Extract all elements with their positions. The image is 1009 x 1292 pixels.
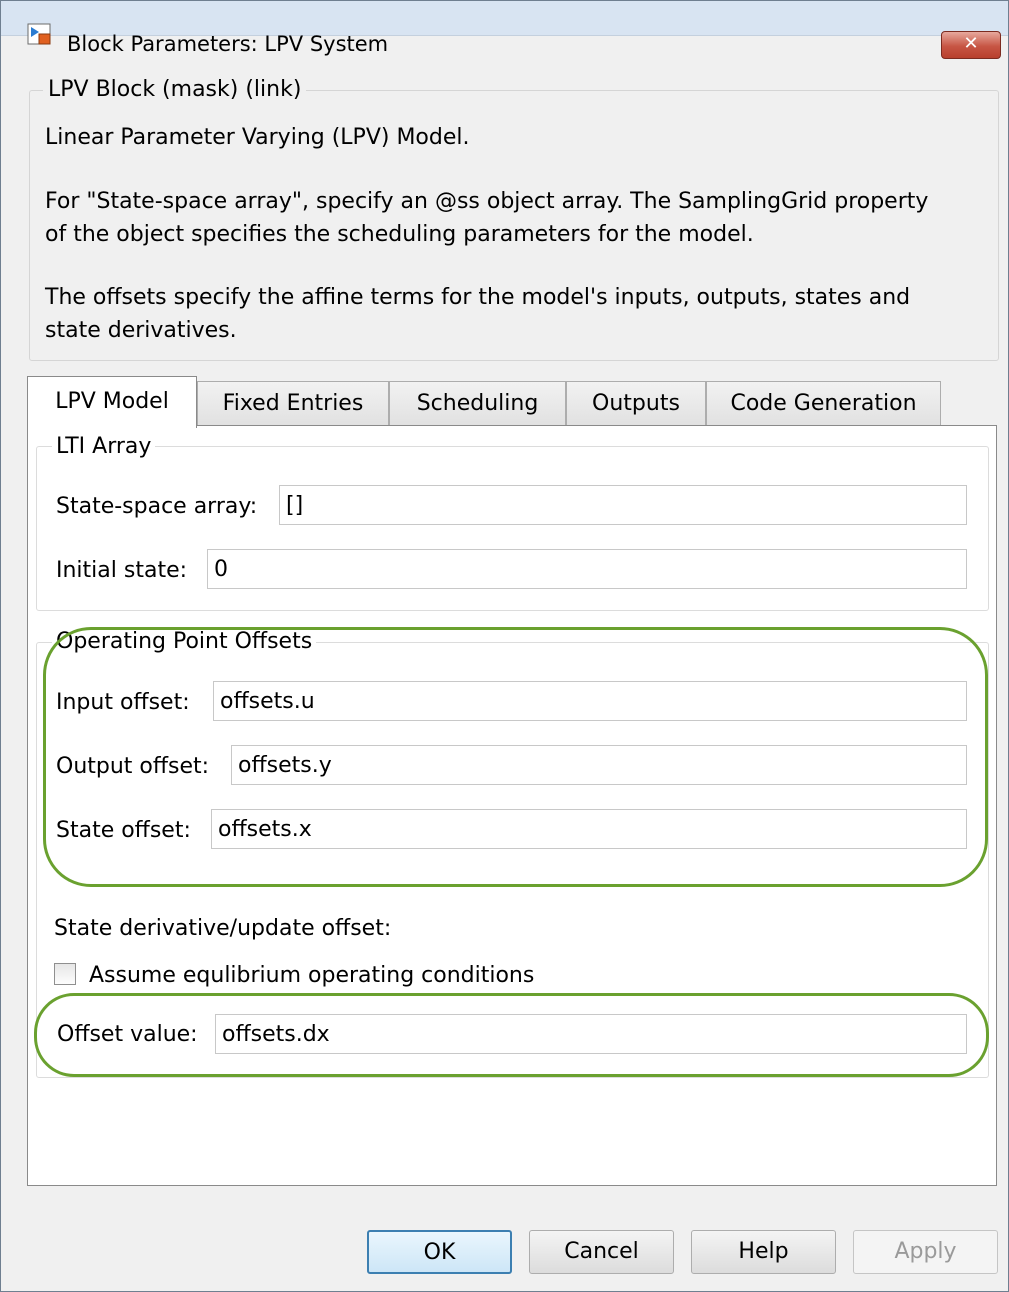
initial-state-input[interactable] [207,549,967,589]
offsets-legend: Operating Point Offsets [52,627,317,657]
description-line: The offsets specify the affine terms for… [45,285,911,310]
description-legend: LPV Block (mask) (link) [43,75,307,105]
tab-lpv-model[interactable]: LPV Model [27,376,197,428]
state-offset-label: State offset: [56,818,191,843]
tab-outputs[interactable]: Outputs [566,381,706,425]
close-button[interactable]: ✕ [941,31,1001,59]
tab-fixed-entries[interactable]: Fixed Entries [197,381,389,425]
dialog-window: Block Parameters: LPV System ✕ LPV Block… [0,0,1009,1292]
cancel-button[interactable]: Cancel [529,1230,674,1274]
output-offset-label: Output offset: [56,754,210,779]
input-offset-label: Input offset: [56,690,190,715]
description-line: Linear Parameter Varying (LPV) Model. [45,125,470,150]
help-button[interactable]: Help [691,1230,836,1274]
output-offset-input[interactable] [231,745,967,785]
state-space-input[interactable] [279,485,967,525]
initial-state-label: Initial state: [56,558,188,583]
simulink-block-icon [27,23,57,47]
state-offset-input[interactable] [211,809,967,849]
ok-button[interactable]: OK [367,1230,512,1274]
apply-button[interactable]: Apply [853,1230,998,1274]
input-offset-input[interactable] [213,681,967,721]
equilibrium-checkbox[interactable] [54,963,76,985]
offset-value-label: Offset value: [57,1022,198,1047]
description-line: For "State-space array", specify an @ss … [45,189,929,214]
window-title: Block Parameters: LPV System [67,32,389,56]
tab-code-generation[interactable]: Code Generation [706,381,941,425]
state-space-label: State-space array: [56,494,258,519]
derivative-offset-heading: State derivative/update offset: [54,916,392,941]
lti-array-legend: LTI Array [52,432,156,462]
offset-value-input[interactable] [215,1014,967,1054]
equilibrium-label[interactable]: Assume equlibrium operating conditions [89,961,534,991]
description-line: state derivatives. [45,318,237,343]
description-line: of the object specifies the scheduling p… [45,222,754,247]
tab-scheduling[interactable]: Scheduling [389,381,566,425]
